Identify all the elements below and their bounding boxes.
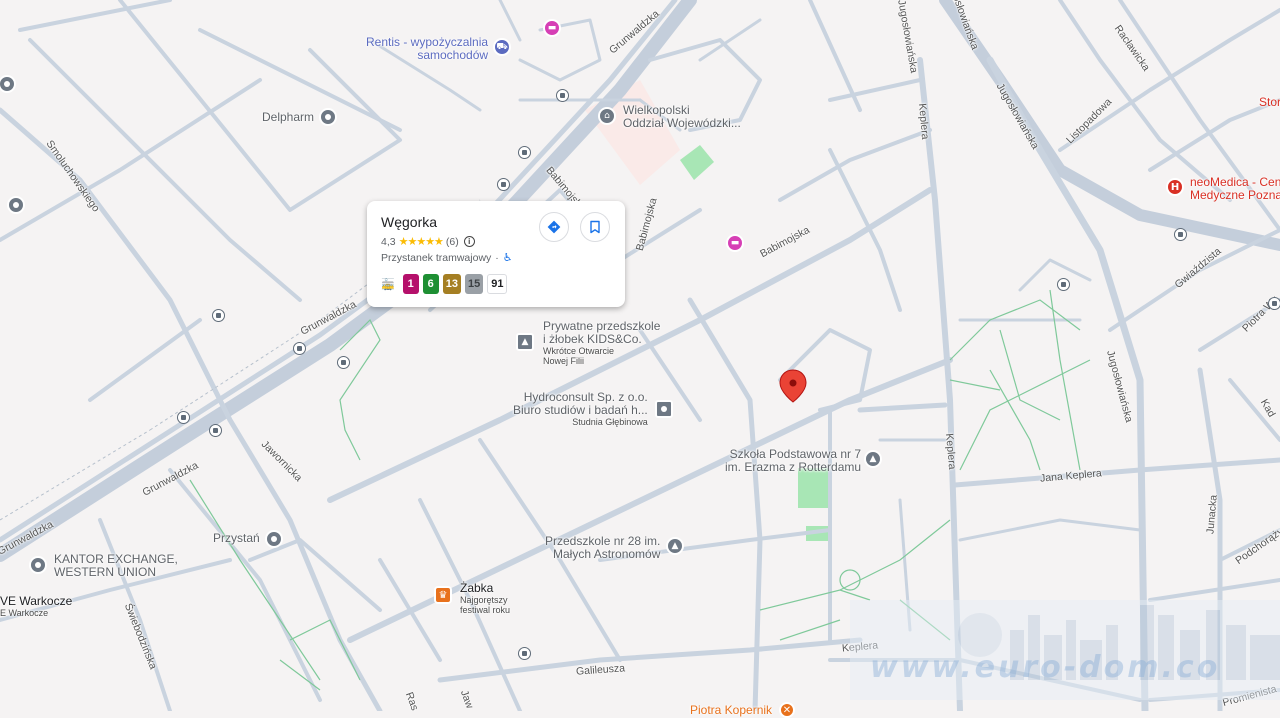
tram-stop-icon[interactable] — [337, 356, 350, 369]
poi-label-szkola[interactable]: Szkoła Podstawowa nr 7 im. Erazma z Rott… — [725, 448, 861, 474]
poi-label-hydro-sub: Studnia Głębinowa — [572, 417, 648, 427]
poi-label-warkocze-line1: VE Warkocze — [0, 594, 73, 608]
hotel-icon-2[interactable]: ▬ — [726, 234, 744, 252]
poi-label-rentis-line2: samochodów — [417, 48, 489, 62]
rating-stars-icon: ★★★★★ — [398, 235, 444, 248]
tram-stop-icon[interactable] — [293, 342, 306, 355]
poi-label-szkola-line2: im. Erazma z Rotterdamu — [725, 460, 862, 474]
place-category: Przystanek tramwajowy — [381, 251, 492, 264]
tram-stop-icon[interactable] — [1174, 228, 1187, 241]
poi-label-delpharm[interactable]: Delpharm — [262, 111, 314, 124]
poi-label-warkocze[interactable]: VE Warkocze E Warkocze — [0, 594, 73, 619]
transit-lines: 🚋 1 6 13 15 91 — [381, 274, 611, 294]
restaurant-icon[interactable]: ✕ — [779, 702, 795, 718]
poi-label-zabka[interactable]: Żabka Najgorętszy festiwal roku — [460, 581, 511, 616]
place-card[interactable]: Węgorka 4,3 ★★★★★ (6) i Przystanek tramw… — [367, 201, 625, 307]
hotel-icon[interactable]: ▬ — [543, 19, 561, 37]
school-icon-szkola[interactable]: ▲ — [864, 450, 882, 468]
place-icon-przystan[interactable] — [265, 530, 283, 548]
poi-label-kantor-line2: WESTERN UNION — [54, 565, 156, 579]
poi-label-kids-sub2: Nowej Filii — [543, 356, 585, 366]
tram-stop-icon[interactable] — [1057, 278, 1070, 291]
poi-label-kids-line2: i żłobek KIDS&Co. — [543, 332, 642, 346]
tram-stop-icon[interactable] — [177, 411, 190, 424]
place-card-rating-row: 4,3 ★★★★★ (6) i — [381, 235, 611, 248]
tram-stop-icon[interactable] — [497, 178, 510, 191]
rating-value: 4,3 — [381, 235, 396, 248]
place-card-category-row: Przystanek tramwajowy · ♿ — [381, 251, 611, 264]
wheelchair-icon: ♿ — [502, 251, 513, 264]
school-icon-przedszkole[interactable]: ▲ — [666, 537, 684, 555]
line-badge[interactable]: 15 — [464, 274, 484, 294]
place-icon-delpharm[interactable] — [319, 108, 337, 126]
poi-label-zabka-name: Żabka — [460, 581, 494, 595]
category-separator: · — [495, 251, 499, 264]
poi-label-neomedica[interactable]: neoMedica - Cen Medyczne Pozna — [1190, 176, 1280, 202]
poi-label-warkocze-line2: E Warkocze — [0, 608, 49, 618]
government-building-icon[interactable]: ⌂ — [598, 107, 616, 125]
save-button[interactable] — [580, 212, 610, 242]
zabka-store-icon[interactable]: ♛ — [434, 586, 452, 604]
school-icon-kids[interactable]: ▲ — [516, 333, 534, 351]
hospital-icon[interactable]: H — [1166, 178, 1184, 196]
poi-label-wielkopolski[interactable]: Wielkopolski Oddział Wojewódzki... — [623, 104, 741, 130]
poi-label-stor[interactable]: Stor — [1259, 96, 1280, 109]
tram-stop-icon[interactable] — [212, 309, 225, 322]
tram-stop-icon[interactable] — [209, 424, 222, 437]
poi-label-kantor[interactable]: KANTOR EXCHANGE, WESTERN UNION — [54, 553, 178, 579]
car-rental-icon[interactable]: ⛟ — [493, 38, 511, 56]
poi-label-neomedica-line2: Medyczne Pozna — [1190, 188, 1280, 202]
place-card-title[interactable]: Węgorka — [381, 214, 611, 230]
poi-label-zabka-sub2: festiwal roku — [460, 605, 511, 615]
poi-label-kids-sub1: Wkrótce Otwarcie — [543, 346, 615, 356]
tram-stop-icon[interactable] — [556, 89, 569, 102]
review-count[interactable]: (6) — [446, 236, 459, 248]
tram-stop-icon[interactable] — [518, 647, 531, 660]
directions-button[interactable] — [539, 212, 569, 242]
tram-stop-icon[interactable] — [518, 146, 531, 159]
line-badge[interactable]: 13 — [442, 274, 461, 294]
poi-label-kids[interactable]: Prywatne przedszkole i żłobek KIDS&Co. W… — [543, 320, 660, 367]
tram-stop-icon[interactable] — [1268, 297, 1280, 310]
line-badge[interactable]: 6 — [422, 274, 439, 294]
poi-label-rentis[interactable]: Rentis - wypożyczalnia samochodów — [366, 36, 488, 62]
poi-label-przedszkole[interactable]: Przedszkole nr 28 im. Małych Astronomów — [545, 535, 660, 561]
line-badge[interactable]: 1 — [402, 274, 419, 294]
place-icon-kantor[interactable] — [29, 556, 47, 574]
poi-label-hydro-line2: Biuro studiów i badań h... — [513, 403, 648, 417]
place-icon-left-mid[interactable] — [7, 196, 25, 214]
place-icon-hydroconsult[interactable] — [655, 400, 673, 418]
watermark-text: www.euro-dom.co — [870, 650, 1221, 685]
poi-label-wielkopolski-line2: Oddział Wojewódzki... — [623, 116, 741, 130]
line-badge[interactable]: 91 — [487, 274, 508, 294]
tram-icon: 🚋 — [381, 277, 395, 291]
bookmark-icon — [590, 220, 600, 234]
poi-label-hydroconsult[interactable]: Hydroconsult Sp. z o.o. Biuro studiów i … — [513, 391, 648, 428]
directions-icon — [547, 220, 561, 234]
poi-label-zabka-sub1: Najgorętszy — [460, 595, 508, 605]
info-icon[interactable]: i — [463, 236, 475, 247]
poi-label-przedszkole-line2: Małych Astronomów — [553, 547, 661, 561]
poi-label-przystan[interactable]: Przystań — [213, 532, 260, 545]
